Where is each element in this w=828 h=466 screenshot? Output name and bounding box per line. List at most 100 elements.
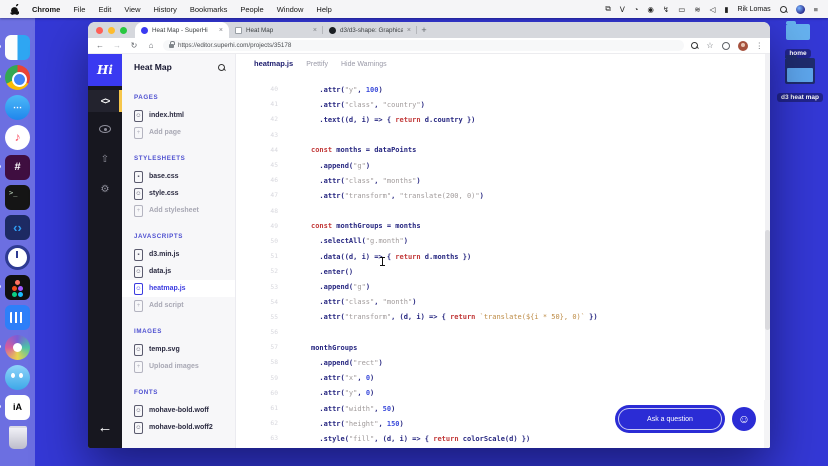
settings-tab[interactable]: ⚙ [88, 178, 122, 200]
figma-dock-icon[interactable] [5, 274, 31, 300]
menu-item-view[interactable]: View [124, 5, 140, 14]
bookmark-star-icon[interactable]: ☆ [706, 41, 713, 50]
file-label: index.html [149, 112, 184, 119]
siri-icon[interactable] [796, 5, 805, 14]
sidebar-item-add-script[interactable]: +Add script [122, 297, 235, 314]
code-line: 41 .attr("class", "country") [236, 97, 764, 112]
tab-1[interactable]: Heat Map - SuperHi× [135, 22, 229, 38]
publish-tab[interactable]: ⇧ [88, 148, 122, 170]
sidebar-item-style-css[interactable]: ☺style.css [122, 185, 235, 202]
prettify-button[interactable]: Prettify [306, 61, 328, 68]
close-window-button[interactable] [96, 27, 103, 34]
line-number: 61 [236, 405, 278, 412]
screen-mirroring-icon[interactable]: ⧉ [605, 4, 610, 14]
file-icon: ☺ [134, 405, 143, 417]
twitter-dock-icon[interactable] [5, 364, 31, 390]
intercom-dock-icon[interactable] [5, 304, 31, 330]
battery-icon[interactable]: ▮ [724, 5, 728, 14]
sidebar-item-add-stylesheet[interactable]: +Add stylesheet [122, 202, 235, 219]
wifi-icon[interactable]: ≋ [694, 5, 700, 14]
vpn-icon[interactable]: Ⅴ [620, 5, 625, 14]
menu-item-help[interactable]: Help [316, 5, 331, 14]
tab-strip: Heat Map - SuperHi×Heat Map×d3/d3-shape:… [88, 22, 770, 38]
menu-item-edit[interactable]: Edit [98, 5, 111, 14]
sidebar-item-mohave-bold-woff[interactable]: ☺mohave-bold.woff [122, 402, 235, 419]
zoom-window-button[interactable] [120, 27, 127, 34]
close-tab-icon[interactable]: × [313, 27, 317, 34]
bluetooth-icon[interactable]: ↯ [663, 5, 669, 14]
sidebar-item-upload-images[interactable]: +Upload images [122, 358, 235, 375]
code-scrollbar[interactable] [765, 54, 770, 400]
finder-dock-icon[interactable] [5, 34, 31, 60]
search-icon[interactable] [218, 64, 225, 71]
menu-item-history[interactable]: History [154, 5, 177, 14]
line-number: 42 [236, 116, 278, 123]
browser-menu-icon[interactable]: ⋮ [756, 41, 764, 50]
reload-icon[interactable]: ↻ [129, 41, 139, 50]
notification-center-icon[interactable]: ≡ [814, 5, 818, 14]
menu-item-bookmarks[interactable]: Bookmarks [190, 5, 228, 14]
forward-icon[interactable]: → [112, 41, 122, 50]
file-icon: ☺ [134, 188, 143, 200]
new-tab-button[interactable]: + [417, 25, 431, 35]
hide-warnings-button[interactable]: Hide Warnings [341, 61, 387, 68]
help-smiley-button[interactable]: ☺ [732, 407, 756, 431]
back-icon[interactable]: ← [95, 41, 105, 50]
menu-item-people[interactable]: People [240, 5, 263, 14]
clock-icon[interactable]: ◔ [634, 5, 639, 14]
terminal-dock-icon[interactable]: >_ [5, 184, 31, 210]
sidebar-item-base-css[interactable]: ▪base.css [122, 168, 235, 185]
sidebar-item-d3-min-js[interactable]: ▪d3.min.js [122, 246, 235, 263]
code-icon: <> [101, 96, 110, 106]
screenflow-icon [5, 335, 30, 360]
sidebar-item-data-js[interactable]: ☺data.js [122, 263, 235, 280]
menu-item-chrome[interactable]: Chrome [32, 5, 60, 14]
sidebar-item-temp-svg[interactable]: ☺temp.svg [122, 341, 235, 358]
back-arrow-button[interactable]: ← [88, 419, 122, 436]
figma-icon [5, 275, 30, 300]
slack-dock-icon[interactable]: # [5, 154, 31, 180]
menu-item-window[interactable]: Window [277, 5, 304, 14]
clock-dock-icon[interactable] [5, 244, 31, 270]
superhi-logo[interactable]: Hi [88, 54, 122, 86]
music-dock-icon[interactable]: ♪ [5, 124, 31, 150]
apple-icon[interactable] [10, 4, 19, 15]
tab-3[interactable]: d3/d3-shape: Graphical primi...× [323, 22, 417, 38]
menu-item-file[interactable]: File [73, 5, 85, 14]
sidebar-item-mohave-bold-woff2[interactable]: ☺mohave-bold.woff2 [122, 419, 235, 436]
sidebar-item-index-html[interactable]: ☺index.html [122, 107, 235, 124]
folder-icon [786, 24, 810, 40]
spotlight-icon[interactable] [780, 6, 787, 13]
close-tab-icon[interactable]: × [407, 27, 411, 34]
messages-dock-icon[interactable]: ⋯ [5, 94, 31, 120]
file-label: Add stylesheet [149, 207, 199, 214]
intercom-icon [5, 305, 30, 330]
sidebar-item-add-page[interactable]: +Add page [122, 124, 235, 141]
code-editor-pane: heatmap.js Prettify Hide Warnings 40 .at… [236, 54, 770, 448]
trash-dock-icon[interactable] [5, 424, 31, 450]
desktop-icon-home[interactable]: home [774, 24, 822, 60]
time-machine-icon[interactable]: ◉ [647, 5, 654, 14]
volume-icon[interactable]: ◁ [710, 5, 716, 14]
screenflow-dock-icon[interactable] [5, 334, 31, 360]
menubar-username[interactable]: Rik Lomas [738, 6, 771, 13]
address-bar[interactable]: https://editor.superhi.com/projects/3517… [163, 40, 684, 51]
code-area[interactable]: 40 .attr("y", 100)41 .attr("class", "cou… [236, 82, 764, 448]
desktop-icon-d3-heat-map[interactable]: d3 heat map [776, 58, 824, 104]
extension-icon[interactable] [722, 42, 730, 50]
vscode-dock-icon[interactable]: ‹› [5, 214, 31, 240]
home-icon[interactable]: ⌂ [146, 41, 156, 50]
preview-tab[interactable] [88, 118, 122, 140]
close-tab-icon[interactable]: × [219, 27, 223, 34]
minimize-window-button[interactable] [108, 27, 115, 34]
chrome-dock-icon[interactable] [5, 64, 31, 90]
zoom-page-icon[interactable] [691, 42, 698, 49]
tab-2[interactable]: Heat Map× [229, 22, 323, 38]
sidebar-item-heatmap-js[interactable]: ☺heatmap.js [122, 280, 235, 297]
code-view-tab[interactable]: <> [88, 90, 122, 112]
profile-avatar[interactable] [738, 41, 748, 51]
display-icon[interactable]: ▭ [678, 5, 685, 14]
scrollbar-thumb[interactable] [765, 230, 770, 330]
ask-question-button[interactable]: Ask a question [618, 408, 722, 430]
iawriter-dock-icon[interactable]: iA [5, 394, 31, 420]
